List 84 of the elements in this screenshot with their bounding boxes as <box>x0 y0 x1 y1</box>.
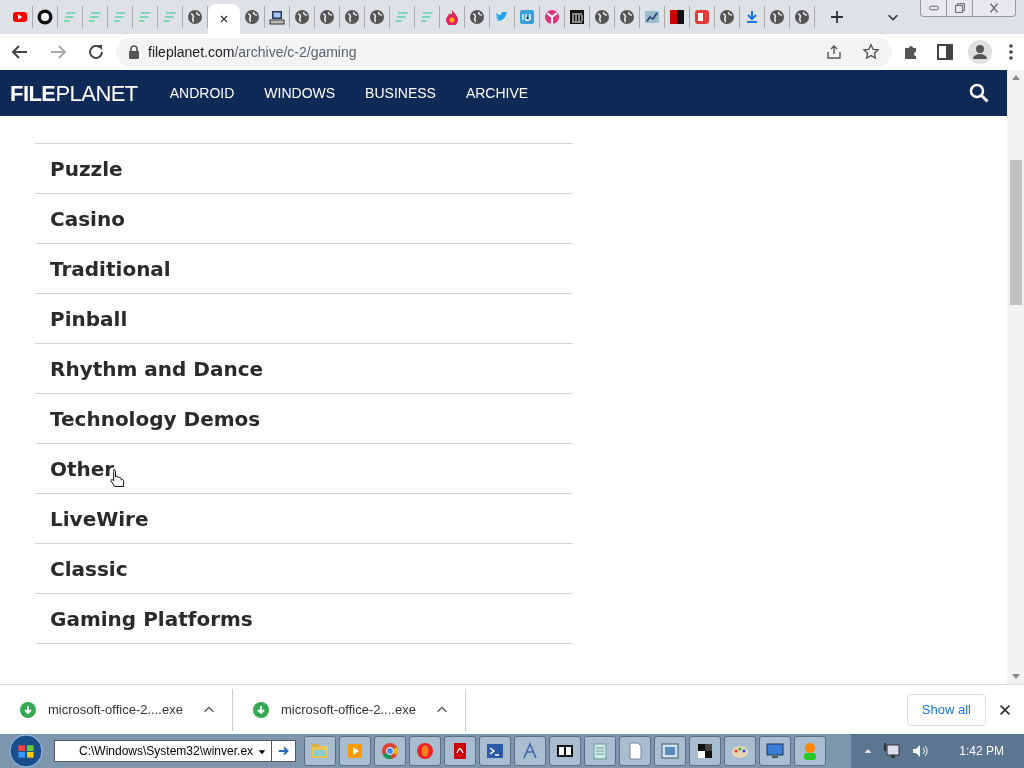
menu-icon[interactable] <box>1008 43 1014 61</box>
globe-icon <box>594 9 610 25</box>
download-complete-icon <box>253 701 269 718</box>
stripes-icon <box>419 9 435 25</box>
lock-icon <box>128 45 140 59</box>
scroll-up-icon[interactable] <box>1011 74 1020 80</box>
close-icon[interactable] <box>218 13 230 25</box>
terminal-icon <box>485 741 505 761</box>
globe-icon <box>319 9 335 25</box>
globe-icon <box>344 9 360 25</box>
star-icon[interactable] <box>862 43 880 61</box>
download-filename[interactable]: microsoft-office-2....exe <box>281 699 435 720</box>
monitor-icon <box>765 741 785 761</box>
media-player-icon <box>345 741 365 761</box>
split-square-icon <box>669 9 685 25</box>
stripes-icon <box>137 9 153 25</box>
category-link[interactable]: Rhythm and Dance <box>50 353 264 384</box>
nav-link[interactable]: ARCHIVE <box>465 82 529 104</box>
opera-icon <box>415 741 435 761</box>
pen-tool-icon <box>520 741 540 761</box>
close-window-icon[interactable] <box>987 1 1001 15</box>
youtube-play-icon <box>12 9 28 25</box>
chart-icon <box>644 9 660 25</box>
download-icon <box>744 9 760 25</box>
network-icon[interactable] <box>883 742 902 760</box>
stripes-icon <box>62 9 78 25</box>
nav-link[interactable]: ANDROID <box>169 82 235 104</box>
scrollbar-thumb[interactable] <box>1009 160 1022 305</box>
computer-icon <box>269 9 285 25</box>
scrollbar[interactable] <box>1007 70 1024 684</box>
category-link[interactable]: Gaming Platforms <box>50 603 253 634</box>
show-all-button[interactable]: Show all <box>906 693 986 726</box>
profile-icon[interactable] <box>968 40 992 64</box>
share-icon[interactable] <box>826 44 842 60</box>
rounded-square-icon <box>694 9 710 25</box>
nav-link[interactable]: WINDOWS <box>264 82 336 104</box>
globe-icon <box>719 9 735 25</box>
globe-icon <box>294 9 310 25</box>
restore-icon[interactable] <box>952 1 967 15</box>
site-logo[interactable]: FILEPLANET <box>10 76 138 110</box>
run-field[interactable]: C:\Windows\System32\winver.ex <box>54 740 272 762</box>
new-tab-icon[interactable] <box>829 9 845 25</box>
clock-time[interactable]: 1:42 PM <box>959 742 1004 760</box>
taskbar-button[interactable] <box>549 736 581 766</box>
reload-icon[interactable] <box>86 42 106 62</box>
globe-icon <box>469 9 485 25</box>
close-icon[interactable] <box>998 702 1012 717</box>
globe-icon <box>794 9 810 25</box>
flame-icon <box>444 9 460 25</box>
sidebar-icon[interactable] <box>936 43 954 61</box>
category-link[interactable]: Pinball <box>50 303 128 334</box>
category-link[interactable]: Casino <box>50 203 125 234</box>
category-link[interactable]: LiveWire <box>50 503 149 534</box>
chrome-icon <box>380 741 400 761</box>
address-bar[interactable]: fileplanet.com/archive/c-2/gaming <box>116 38 892 66</box>
pinwheel-icon <box>544 9 560 25</box>
taskbar-button[interactable] <box>689 736 721 766</box>
globe-icon <box>769 9 785 25</box>
image-viewer-icon <box>660 741 680 761</box>
globe-icon <box>369 9 385 25</box>
category-link[interactable]: Technology Demos <box>50 403 261 434</box>
download-filename[interactable]: microsoft-office-2....exe <box>48 699 202 720</box>
stripes-icon <box>162 9 178 25</box>
scroll-down-icon[interactable] <box>1011 674 1020 680</box>
globe-icon <box>187 9 203 25</box>
category-link[interactable]: Traditional <box>50 253 171 284</box>
square-logo-icon <box>519 9 535 25</box>
stripes-icon <box>87 9 103 25</box>
globe-icon <box>244 9 260 25</box>
url-text: fileplanet.com/archive/c-2/gaming <box>148 42 357 62</box>
download-complete-icon <box>20 701 36 718</box>
nav-link[interactable]: BUSINESS <box>365 82 436 104</box>
stripes-icon <box>112 9 128 25</box>
category-link[interactable]: Puzzle <box>50 153 123 184</box>
stripes-icon <box>394 9 410 25</box>
notepad-icon <box>590 741 610 761</box>
start-button[interactable] <box>8 734 44 768</box>
museum-icon <box>569 9 585 25</box>
folder-icon <box>310 741 330 761</box>
search-icon[interactable] <box>969 83 989 103</box>
category-link[interactable]: Classic <box>50 553 128 584</box>
checkerboard-icon <box>695 741 715 761</box>
go-arrow-icon[interactable] <box>276 744 291 758</box>
globe-icon <box>619 9 635 25</box>
